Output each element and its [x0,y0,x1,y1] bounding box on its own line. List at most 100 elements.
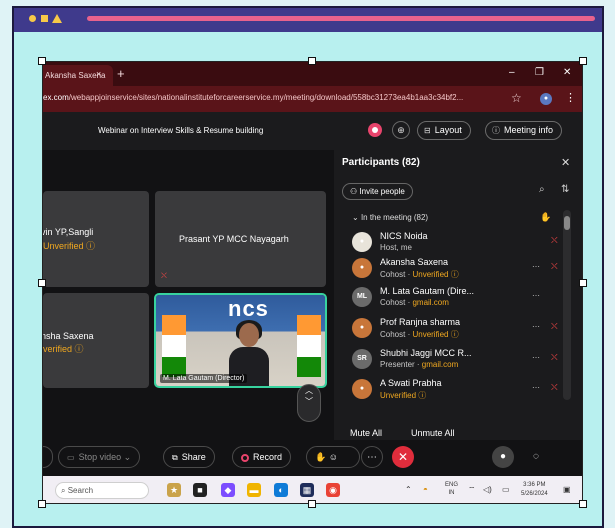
participant-name: Shubhi Jaggi MCC R... [380,348,472,358]
new-tab-button[interactable]: + [117,66,125,81]
record-label: Record [253,452,283,462]
app-copilot-icon[interactable]: ◆ [221,483,235,497]
app-kangaroo-icon[interactable]: ★ [167,483,181,497]
person-add-icon: ⚇ [350,187,360,196]
in-meeting-section[interactable]: ⌄ In the meeting (82) [352,213,428,222]
chevron-down-icon[interactable]: ﹀ [298,396,320,407]
more-options-icon[interactable]: ⋯ [361,446,383,468]
zoom-icon[interactable]: ⊕ [392,121,410,139]
participant-row[interactable]: SR Shubhi Jaggi MCC R... Presenter · gmail… [352,347,562,373]
invite-label: Invite people [359,187,405,196]
warning-icon[interactable]: ◓ [423,485,428,494]
battery-icon[interactable]: ▭ [502,485,510,494]
participant-tile[interactable]: Prasant YP MCC Nayagarh ⛌ [155,191,326,287]
participant-name: NICS Noida [380,231,428,241]
chevron-up-icon[interactable]: ︿ [298,385,320,396]
url-field[interactable]: ex.com/webappjoinservice/sites/nationali… [43,93,507,102]
resize-handle[interactable] [308,57,316,65]
chrome-icon[interactable]: ◉ [326,483,340,497]
close-window-button[interactable]: ✕ [563,67,571,78]
end-call-button[interactable]: ✕ [392,446,414,468]
sort-icon[interactable]: ⇅ [561,184,569,195]
browser-menu-icon[interactable]: ⋮ [565,91,576,104]
layout-button[interactable]: ⊟ Layout [417,121,471,140]
more-icon[interactable]: ⋯ [532,291,540,300]
muted-mic-icon[interactable]: ⛌ [551,261,558,272]
tile-status: verified ⓘ [43,344,84,354]
info-icon: ⓘ [492,126,500,135]
browser-tabbar: Akansha Saxena × + – ❐ ✕ [43,62,582,86]
unmute-all-button[interactable]: Unmute All [411,428,455,438]
participant-tile[interactable]: vin YP,Sangli Unverified ⓘ [43,191,149,287]
muted-mic-icon[interactable]: ⛌ [551,352,558,363]
store-icon[interactable]: ▦ [300,483,314,497]
resize-handle[interactable] [579,500,587,508]
meeting-controls: ▭ Stop video ⌄ ⧉ Share Record ✋ ☺ ⋯ ✕ ● ◌ [43,440,582,476]
browser-tab[interactable]: Akansha Saxena [43,65,113,86]
active-speaker-video[interactable]: ncs M. Lata Gautam (Director) [154,293,327,388]
minimize-button[interactable]: – [509,67,515,78]
participant-row[interactable]: ● A Swati Prabha Unverified ⓘ ⋯ ⛌ [352,377,562,403]
meeting-info-button[interactable]: ⓘ Meeting info [485,121,563,140]
notification-icon[interactable]: ▣ [563,485,571,494]
more-icon[interactable]: ⋯ [532,262,540,271]
muted-mic-icon[interactable]: ⛌ [551,235,558,246]
clock[interactable]: 3:36 PM 5/26/2024 [521,481,548,499]
bookmark-star-icon[interactable]: ☆ [511,91,522,105]
participant-row[interactable]: ● NICS Noida Host, me ⛌ [352,230,562,256]
chevron-up-icon[interactable]: ⌃ [405,485,412,494]
app-taskview-icon[interactable]: ■ [193,483,207,497]
panel-scrollbar[interactable] [563,210,571,400]
mute-all-button[interactable]: Mute All [350,428,382,438]
avatar: ● [352,258,372,278]
resize-handle[interactable] [38,57,46,65]
square-shape-icon [41,15,48,22]
invite-people-button[interactable]: ⚇ Invite people [342,183,413,200]
more-icon[interactable]: ⋯ [532,322,540,331]
layout-icon: ⊟ [424,126,431,135]
maximize-button[interactable]: ❐ [535,67,544,78]
participant-role-line: Cohost · gmail.com [380,298,449,307]
more-icon[interactable]: ⋯ [532,353,540,362]
muted-mic-icon[interactable]: ⛌ [551,321,558,332]
muted-mic-icon[interactable]: ⛌ [551,382,558,393]
participant-row[interactable]: ● Akansha Saxena Cohost · Unverified ⓘ ⋯ ⛌ [352,256,562,282]
search-icon: ⌕ [61,486,68,495]
resize-handle[interactable] [308,500,316,508]
chat-icon[interactable]: ◌ [525,446,547,468]
volume-icon[interactable]: ◁) [483,485,492,494]
panel-scroll-thumb[interactable] [564,216,570,230]
participant-row[interactable]: ML M. Lata Gautam (Dire... Cohost · gmail.… [352,285,562,311]
resize-handle[interactable] [38,500,46,508]
resize-handle[interactable] [579,57,587,65]
section-label: In the meeting (82) [360,213,429,222]
recording-indicator-icon [368,123,382,137]
hand-icon: ✋ [315,452,329,462]
tile-status: Unverified ⓘ [43,241,96,251]
language-indicator[interactable]: ENG IN [445,481,458,497]
profile-icon[interactable]: ● [540,93,552,105]
resize-handle[interactable] [579,279,587,287]
record-icon [241,453,249,462]
stop-video-button[interactable]: ▭ Stop video ⌄ [58,446,141,468]
edge-icon[interactable]: ◐ [274,483,288,497]
wifi-icon[interactable]: ⌔ [468,485,476,495]
participants-icon[interactable]: ● [492,446,514,468]
close-icon[interactable]: ✕ [561,156,570,169]
participant-status: gmail.com [412,298,449,307]
more-icon[interactable]: ⋯ [532,383,540,392]
file-explorer-icon[interactable]: ▬ [247,483,261,497]
resize-handle[interactable] [38,279,46,287]
tile-scroll-control[interactable]: ︿ ﹀ [297,384,321,422]
tab-close-icon[interactable]: × [96,69,101,79]
participant-row[interactable]: ● Prof Ranjna sharma Cohost · Unverified ⓘ… [352,316,562,342]
participant-role: Cohost [380,270,406,279]
share-button[interactable]: ⧉ Share [163,446,215,468]
search-icon[interactable]: ⌕ [539,184,545,195]
record-button[interactable]: Record [232,446,292,468]
taskbar-search[interactable]: ⌕ Search [55,482,149,499]
more-controls-button[interactable] [43,446,53,468]
meeting-topbar: Webinar on Interview Skills & Resume bui… [43,112,582,150]
reactions-button[interactable]: ✋ ☺ [306,446,360,468]
participant-tile[interactable]: nsha Saxena verified ⓘ [43,293,149,388]
